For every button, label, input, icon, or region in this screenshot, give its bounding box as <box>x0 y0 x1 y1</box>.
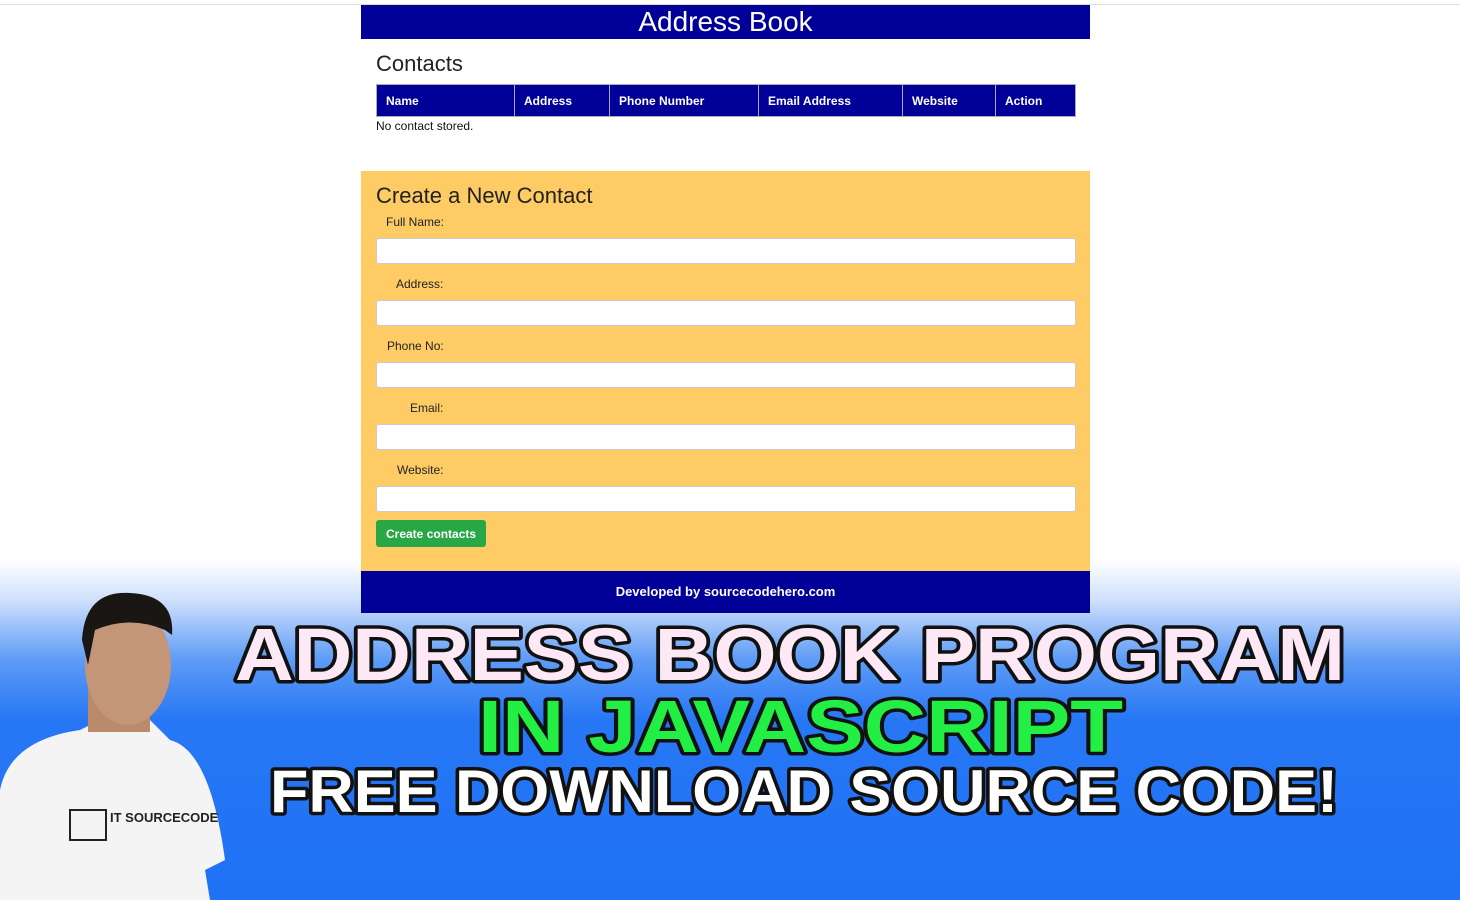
banner-line-1: ADDRESS BOOK PROGRAM <box>235 613 1345 696</box>
banner-line-3: FREE DOWNLOAD SOURCE CODE! <box>270 758 1338 825</box>
shirt-logo: IT SOURCECODE <box>110 810 219 825</box>
presenter-photo: IT SOURCECODE <box>0 592 225 900</box>
banner-line-2: IN JAVASCRIPT <box>478 685 1123 768</box>
